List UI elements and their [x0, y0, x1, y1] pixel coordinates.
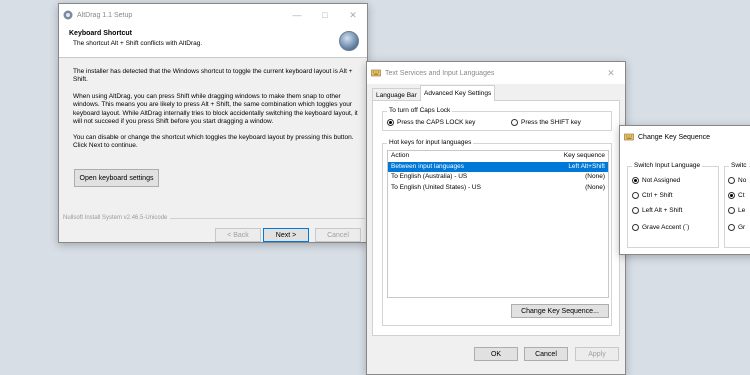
caps-option-shift[interactable]: Press the SHIFT key [511, 119, 581, 126]
setup-header: Keyboard Shortcut The shortcut Alt + Shi… [59, 26, 367, 58]
kb-option-0-label: No [738, 177, 747, 185]
text-services-window: Text Services and Input Languages ✕ Lang… [366, 61, 626, 375]
minimize-icon[interactable]: — [283, 4, 311, 26]
row-action: To English (United States) - US [391, 184, 481, 191]
kb-option-left-alt-shift[interactable]: Le [728, 207, 745, 214]
change-key-sequence-label: Change Key Sequence... [521, 307, 599, 315]
radio-unselected-icon [728, 177, 735, 184]
setup-window: AltDrag 1.1 Setup — □ ✕ Keyboard Shortcu… [58, 3, 368, 243]
kb-option-3-label: Gr [738, 224, 746, 232]
option-left-alt-shift[interactable]: Left Alt + Shift [632, 207, 682, 214]
switch-keyboard-layout-group: Switc No Ct Le Gr [724, 162, 750, 248]
next-label: Next > [275, 231, 297, 239]
option-left-alt-shift-label: Left Alt + Shift [642, 207, 683, 215]
cancel-button[interactable]: Cancel [315, 228, 361, 242]
hotkeys-group-label: Hot keys for input languages [387, 139, 474, 146]
kb-option-not-assigned[interactable]: No [728, 177, 746, 184]
keyboard-icon [624, 132, 634, 142]
radio-selected-icon [728, 192, 735, 199]
table-row[interactable]: To English (Australia) - US (None) [388, 172, 608, 183]
row-action: Between input languages [391, 163, 465, 170]
setup-titlebar[interactable]: AltDrag 1.1 Setup — □ ✕ [59, 4, 367, 26]
setup-paragraph-3: You can disable or change the shortcut w… [73, 134, 354, 150]
ok-button[interactable]: OK [474, 347, 518, 361]
cks-titlebar[interactable]: Change Key Sequence [620, 126, 750, 148]
caps-option-capslock-label: Press the CAPS LOCK key [397, 119, 476, 127]
caps-lock-group: To turn off Caps Lock Press the CAPS LOC… [382, 107, 612, 131]
option-grave-accent-label: Grave Accent (`) [642, 224, 690, 232]
option-ctrl-shift-label: Ctrl + Shift [642, 192, 673, 200]
tab-advanced-key-settings[interactable]: Advanced Key Settings [420, 85, 496, 101]
radio-selected-icon [632, 177, 639, 184]
row-key: Left Alt+Shift [568, 163, 605, 170]
cancel-label: Cancel [327, 231, 349, 239]
altdrag-logo-icon [339, 31, 359, 51]
setup-title: AltDrag 1.1 Setup [77, 11, 133, 19]
tsil-titlebar[interactable]: Text Services and Input Languages ✕ [367, 62, 625, 84]
radio-unselected-icon [632, 224, 639, 231]
table-row[interactable]: To English (United States) - US (None) [388, 183, 608, 194]
radio-unselected-icon [728, 207, 735, 214]
setup-paragraph-2: When using AltDrag, you can press Shift … [73, 93, 358, 125]
page-heading: Keyboard Shortcut [69, 30, 133, 37]
tab-panel: To turn off Caps Lock Press the CAPS LOC… [372, 100, 620, 336]
cks-body: Switch Input Language Not Assigned Ctrl … [620, 148, 750, 254]
tab-language-bar-label: Language Bar [376, 91, 417, 99]
hotkeys-table: Action Key sequence Between input langua… [387, 150, 609, 298]
radio-selected-icon [387, 119, 394, 126]
option-grave-accent[interactable]: Grave Accent (`) [632, 224, 689, 231]
close-icon[interactable]: ✕ [339, 4, 367, 26]
cks-title: Change Key Sequence [638, 133, 710, 141]
kb-option-2-label: Le [738, 207, 746, 215]
hotkeys-group: Hot keys for input languages Action Key … [382, 139, 612, 326]
option-not-assigned[interactable]: Not Assigned [632, 177, 680, 184]
option-ctrl-shift[interactable]: Ctrl + Shift [632, 192, 673, 199]
ok-label: OK [490, 350, 502, 358]
setup-paragraph-1: The installer has detected that the Wind… [73, 68, 353, 84]
kb-option-grave-accent[interactable]: Gr [728, 224, 745, 231]
next-button[interactable]: Next > [263, 228, 309, 242]
caps-lock-group-label: To turn off Caps Lock [387, 107, 453, 114]
option-not-assigned-label: Not Assigned [642, 177, 681, 185]
tsil-title: Text Services and Input Languages [385, 69, 495, 77]
apply-button[interactable]: Apply [575, 347, 619, 361]
radio-unselected-icon [511, 119, 518, 126]
open-keyboard-settings-label: Open keyboard settings [79, 174, 154, 182]
caps-option-capslock[interactable]: Press the CAPS LOCK key [387, 119, 475, 126]
switch-keyboard-layout-label: Switc [729, 162, 749, 169]
col-action[interactable]: Action [391, 152, 409, 159]
table-row[interactable]: Between input languages Left Alt+Shift [388, 162, 608, 172]
open-keyboard-settings-button[interactable]: Open keyboard settings [74, 169, 159, 187]
kb-option-1-label: Ct [738, 192, 745, 200]
keyboard-icon [371, 68, 381, 78]
caps-option-shift-label: Press the SHIFT key [521, 119, 581, 127]
switch-input-language-group: Switch Input Language Not Assigned Ctrl … [627, 162, 719, 248]
row-key: (None) [585, 173, 605, 180]
row-key: (None) [585, 184, 605, 191]
tsil-cancel-label: Cancel [535, 350, 557, 358]
row-action: To English (Australia) - US [391, 173, 468, 180]
installer-footer: Nullsoft Install System v2.46.5-Unicode [63, 214, 365, 222]
switch-input-language-label: Switch Input Language [632, 162, 703, 169]
radio-unselected-icon [728, 224, 735, 231]
radio-unselected-icon [632, 192, 639, 199]
kb-option-ctrl-shift[interactable]: Ct [728, 192, 745, 199]
installer-footer-text: Nullsoft Install System v2.46.5-Unicode [63, 215, 171, 221]
maximize-icon[interactable]: □ [311, 4, 339, 26]
col-key-sequence[interactable]: Key sequence [564, 152, 605, 159]
back-button[interactable]: < Back [215, 228, 261, 242]
tsil-close-icon[interactable]: ✕ [597, 62, 625, 84]
page-subheading: The shortcut Alt + Shift conflicts with … [73, 40, 203, 47]
apply-label: Apply [588, 350, 606, 358]
installer-icon [63, 10, 73, 20]
radio-unselected-icon [632, 207, 639, 214]
back-label: < Back [227, 231, 249, 239]
tsil-cancel-button[interactable]: Cancel [524, 347, 568, 361]
table-header: Action Key sequence [388, 151, 608, 162]
change-key-sequence-window: Change Key Sequence Switch Input Languag… [619, 125, 750, 255]
change-key-sequence-button[interactable]: Change Key Sequence... [511, 304, 609, 318]
tab-advanced-key-settings-label: Advanced Key Settings [424, 90, 492, 97]
